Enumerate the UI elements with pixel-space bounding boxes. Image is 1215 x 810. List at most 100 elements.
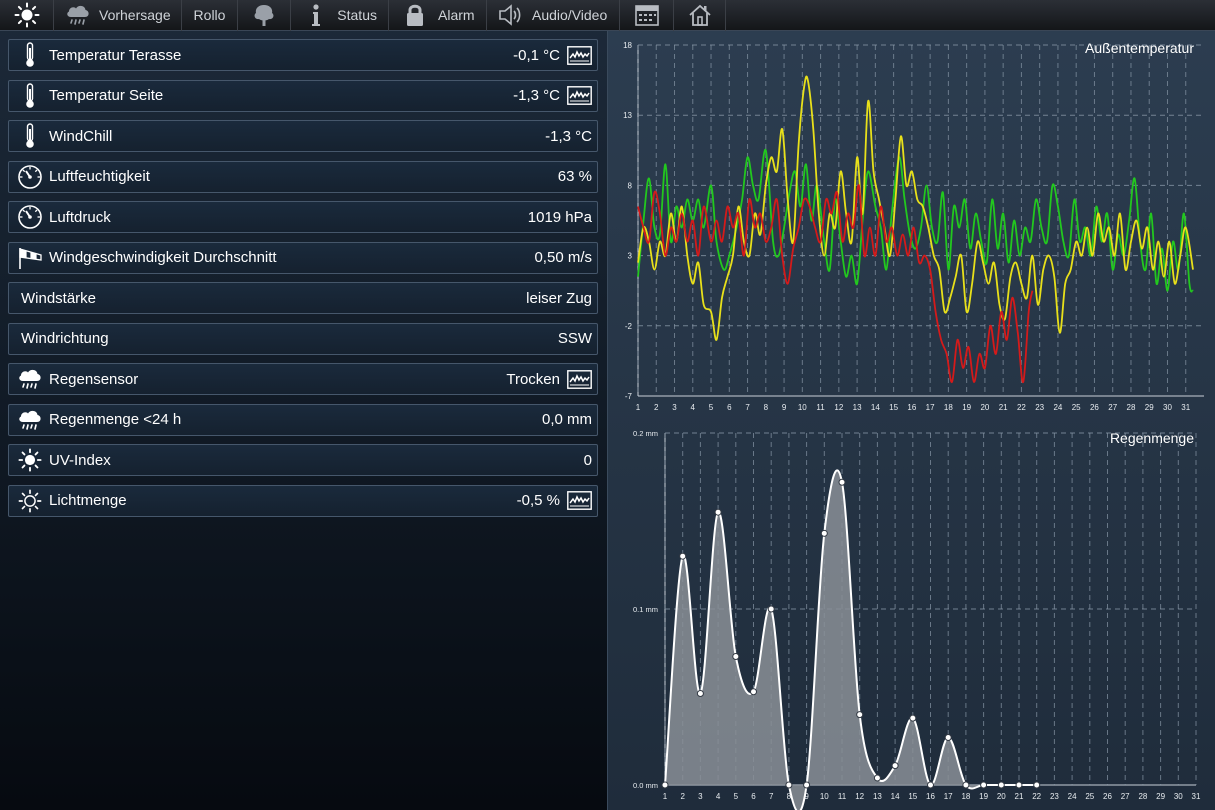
nav-home[interactable] bbox=[674, 0, 726, 31]
sensor-row[interactable]: WindChill -1,3 °C bbox=[8, 120, 598, 152]
x-tick-label: 6 bbox=[751, 792, 756, 801]
x-tick-label: 15 bbox=[889, 403, 898, 412]
x-tick-label: 21 bbox=[1015, 792, 1024, 801]
rain-chart-svg: 0.2 mm0.1 mm0.0 mm1 2 3 4 5 6 7 8 9 10 11 12 13 14 15 1… bbox=[633, 429, 1201, 810]
x-tick-label: 22 bbox=[1032, 792, 1041, 801]
rain-point bbox=[767, 605, 775, 613]
x-tick-label: 31 bbox=[1181, 403, 1190, 412]
sensor-row[interactable]: Temperatur Terasse -0,1 °C bbox=[8, 39, 598, 71]
sun-icon bbox=[17, 447, 43, 473]
thermometer-icon bbox=[17, 82, 43, 109]
nav-rollo[interactable]: Rollo bbox=[182, 0, 238, 31]
x-tick-label: 11 bbox=[838, 792, 847, 801]
sun-outline-icon bbox=[17, 488, 43, 514]
nav-audio-video-label: Audio/Video bbox=[532, 7, 608, 23]
chart-icon[interactable] bbox=[567, 491, 592, 510]
x-tick-label: 18 bbox=[944, 403, 953, 412]
temperature-chart[interactable]: 18 13 8 3 -2 -7 1 2 3 4 5 6 7 8 9 10 11 12 13 14 15 16 17 18 19 2… bbox=[608, 31, 1215, 421]
rain-point bbox=[661, 781, 669, 789]
nav-status[interactable]: Status bbox=[291, 0, 389, 31]
nav-forecast[interactable]: Vorhersage bbox=[54, 0, 182, 31]
x-tick-label: 28 bbox=[1127, 403, 1136, 412]
rain-point bbox=[820, 529, 828, 537]
x-tick-label: 7 bbox=[769, 792, 774, 801]
rain-point bbox=[856, 711, 864, 719]
sensor-row[interactable]: Temperatur Seite -1,3 °C bbox=[8, 79, 598, 112]
x-tick-label: 16 bbox=[926, 792, 935, 801]
chart-icon[interactable] bbox=[567, 45, 592, 65]
sensor-label: Regenmenge <24 h bbox=[49, 411, 182, 428]
nav-calendar[interactable] bbox=[620, 0, 674, 31]
sensor-row[interactable]: Windstärke leiser Zug bbox=[8, 282, 598, 314]
thermometer-icon bbox=[17, 42, 43, 68]
gauge-icon bbox=[17, 164, 43, 190]
nav-garden[interactable] bbox=[238, 0, 291, 31]
sensor-value: -0,1 °C bbox=[513, 46, 560, 64]
rain-point bbox=[838, 478, 846, 486]
x-tick-label: 28 bbox=[1138, 792, 1147, 801]
x-tick-label: 27 bbox=[1108, 403, 1117, 412]
rain-chart[interactable]: 0.2 mm 0.1 mm 0.0 mm 1 2 3 4 5 6 7 8 9 10 11 12 13 14 15 1… bbox=[608, 423, 1215, 810]
sensor-row[interactable]: Regenmenge <24 h 0,0 mm bbox=[8, 403, 598, 436]
x-tick-label: 22 bbox=[1017, 403, 1026, 412]
x-tick-label: 30 bbox=[1163, 403, 1172, 412]
x-tick-label: 30 bbox=[1174, 792, 1183, 801]
x-tick-label: 14 bbox=[871, 403, 880, 412]
x-tick-label: 6 bbox=[727, 403, 732, 412]
lock-icon bbox=[400, 3, 430, 27]
sensor-row[interactable]: Windrichtung SSW bbox=[8, 322, 598, 355]
x-tick-label: 26 bbox=[1090, 403, 1099, 412]
nav-weather[interactable] bbox=[0, 0, 54, 31]
x-tick-label: 5 bbox=[709, 403, 714, 412]
x-tick-label: 2 bbox=[680, 792, 685, 801]
x-tick-label: 16 bbox=[907, 403, 916, 412]
top-nav: Vorhersage Rollo Status Alarm Audio/Vide… bbox=[0, 0, 1215, 31]
nav-alarm[interactable]: Alarm bbox=[389, 0, 487, 31]
sensor-row[interactable]: Lichtmenge -0,5 % bbox=[8, 484, 598, 517]
tree-icon bbox=[252, 3, 276, 27]
sensor-row[interactable]: Luftdruck 1019 hPa bbox=[8, 201, 598, 233]
sensor-value: -1,3 °C bbox=[545, 127, 592, 145]
sensor-value: Trocken bbox=[506, 370, 560, 388]
x-tick-label: 13 bbox=[853, 403, 862, 412]
sensor-label: UV-Index bbox=[49, 451, 111, 469]
sensor-value: leiser Zug bbox=[526, 289, 592, 307]
sensor-value: 63 % bbox=[557, 168, 592, 185]
chart-icon[interactable] bbox=[567, 86, 592, 105]
rain-point bbox=[873, 774, 881, 782]
y-tick-label: 18 bbox=[623, 41, 632, 50]
y-tick-label: 3 bbox=[628, 252, 633, 261]
nav-audio-video[interactable]: Audio/Video bbox=[487, 0, 620, 31]
rain-point bbox=[714, 508, 722, 516]
sensor-row[interactable]: Regensensor Trocken bbox=[8, 363, 598, 395]
x-tick-label: 1 bbox=[636, 403, 641, 412]
sensor-row[interactable]: Luftfeuchtigkeit 63 % bbox=[8, 160, 598, 193]
sensor-row[interactable]: Windgeschwindigkeit Durchschnitt 0,50 m/s bbox=[8, 241, 598, 274]
x-tick-label: 15 bbox=[908, 792, 917, 801]
rain-point bbox=[679, 552, 687, 560]
x-tick-label: 2 bbox=[654, 403, 659, 412]
sensor-row[interactable]: UV-Index 0 bbox=[8, 444, 598, 476]
nav-status-label: Status bbox=[337, 7, 377, 23]
x-tick-label: 31 bbox=[1192, 792, 1201, 801]
chart-icon[interactable] bbox=[567, 369, 592, 389]
temperature-series-line bbox=[637, 149, 1194, 293]
x-tick-label: 25 bbox=[1072, 403, 1081, 412]
x-tick-label: 5 bbox=[734, 792, 739, 801]
x-tick-label: 3 bbox=[672, 403, 677, 412]
x-tick-label: 19 bbox=[979, 792, 988, 801]
x-tick-label: 9 bbox=[782, 403, 787, 412]
sun-icon bbox=[14, 2, 40, 28]
rain-point bbox=[927, 781, 934, 789]
rain-point bbox=[891, 762, 899, 770]
sensor-label: Lichtmenge bbox=[49, 492, 127, 509]
nav-rollo-label: Rollo bbox=[193, 7, 226, 23]
x-tick-label: 17 bbox=[944, 792, 953, 801]
rain-point bbox=[803, 781, 811, 789]
y-tick-label: -7 bbox=[625, 392, 633, 401]
temperature-chart-svg: 181383-2-71 2 3 4 5 6 7 8 9 10 11 12 13 14 15 16 17 18 19 2… bbox=[623, 41, 1204, 412]
rain-point bbox=[997, 781, 1005, 789]
rain-point bbox=[785, 781, 793, 789]
rain-point bbox=[696, 689, 704, 697]
windsock-icon bbox=[17, 245, 43, 271]
